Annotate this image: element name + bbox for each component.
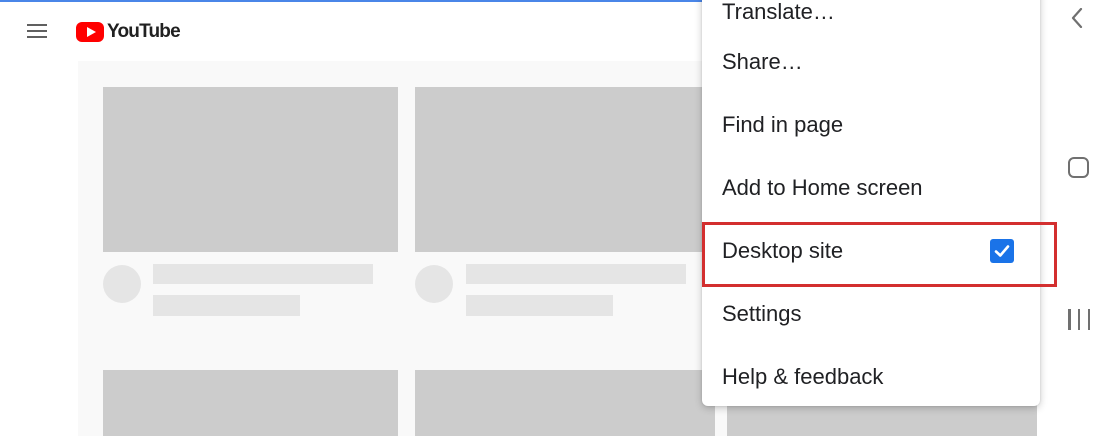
browser-overflow-menu: Translate… Share… Find in page Add to Ho… (702, 0, 1040, 406)
menu-item-find-in-page[interactable]: Find in page (702, 93, 1040, 156)
checkmark-icon (994, 244, 1010, 257)
video-thumbnail-placeholder (415, 370, 715, 436)
youtube-logo[interactable]: YouTube (76, 20, 181, 44)
channel-avatar-placeholder (415, 265, 453, 303)
menu-item-label: Desktop site (722, 237, 844, 263)
video-thumbnail-placeholder (103, 87, 398, 252)
title-placeholder (153, 264, 373, 284)
menu-item-share[interactable]: Share… (702, 30, 1040, 93)
logo-text: YouTube (107, 21, 181, 42)
menu-icon[interactable] (27, 24, 49, 40)
video-thumbnail-placeholder (727, 405, 1037, 436)
menu-item-label: Settings (722, 300, 802, 326)
menu-item-settings[interactable]: Settings (702, 282, 1040, 345)
menu-item-add-to-home-screen[interactable]: Add to Home screen (702, 156, 1040, 219)
youtube-play-icon (76, 22, 104, 42)
meta-placeholder (153, 295, 300, 316)
menu-item-label: Find in page (722, 111, 844, 137)
menu-item-label: Add to Home screen (722, 174, 923, 200)
menu-item-help-feedback[interactable]: Help & feedback (702, 345, 1040, 408)
desktop-site-checkbox[interactable] (990, 238, 1014, 263)
menu-item-label: Share… (722, 48, 803, 74)
video-thumbnail-placeholder (103, 370, 398, 436)
page-load-progress-bar (0, 0, 712, 2)
menu-item-label: Help & feedback (722, 363, 884, 389)
back-icon[interactable] (1068, 7, 1088, 29)
meta-placeholder (466, 295, 613, 316)
video-thumbnail-placeholder (415, 87, 715, 252)
video-feed-skeleton (78, 61, 738, 436)
menu-item-label: Translate… (722, 0, 835, 24)
recent-apps-icon[interactable] (1068, 309, 1090, 331)
title-placeholder (466, 264, 686, 284)
channel-avatar-placeholder (103, 265, 141, 303)
menu-item-desktop-site[interactable]: Desktop site (702, 219, 1040, 282)
home-icon[interactable] (1068, 157, 1089, 178)
